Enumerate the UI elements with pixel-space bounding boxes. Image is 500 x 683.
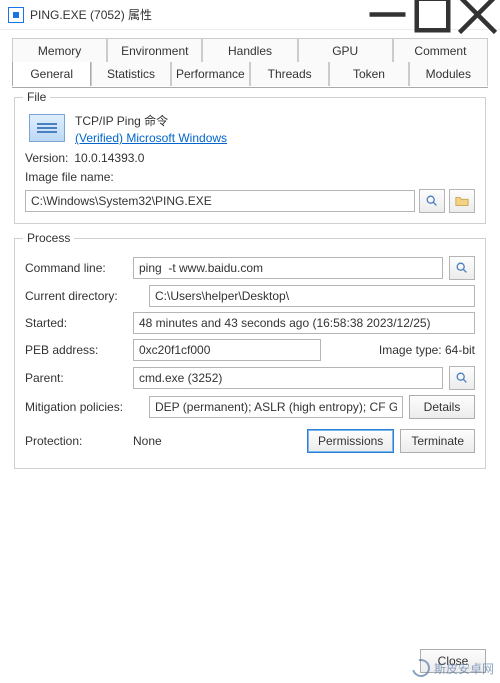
image-type: Image type: 64-bit bbox=[379, 343, 475, 357]
tab-performance[interactable]: Performance bbox=[171, 62, 250, 86]
watermark: 斯皮安卓网 bbox=[412, 659, 494, 677]
titlebar: PING.EXE (7052) 属性 bbox=[0, 0, 500, 30]
parent-inspect-button[interactable] bbox=[449, 366, 475, 390]
parent-label: Parent: bbox=[25, 371, 127, 385]
tab-row-bottom: General Statistics Performance Threads T… bbox=[12, 63, 488, 87]
tab-gpu[interactable]: GPU bbox=[298, 38, 393, 63]
tab-statistics[interactable]: Statistics bbox=[91, 62, 170, 86]
version-label: Version: bbox=[25, 151, 68, 165]
close-button[interactable] bbox=[455, 0, 500, 30]
file-description: TCP/IP Ping 命令 bbox=[75, 112, 227, 129]
app-icon bbox=[8, 7, 24, 23]
tab-memory[interactable]: Memory bbox=[12, 38, 107, 63]
swirl-icon bbox=[409, 656, 434, 681]
window-title: PING.EXE (7052) 属性 bbox=[30, 6, 365, 23]
process-group-title: Process bbox=[23, 231, 74, 245]
permissions-button[interactable]: Permissions bbox=[307, 429, 394, 453]
tab-general[interactable]: General bbox=[12, 62, 91, 86]
curdir-input[interactable] bbox=[149, 285, 475, 307]
started-label: Started: bbox=[25, 316, 127, 330]
tab-row-top: Memory Environment Handles GPU Comment bbox=[12, 38, 488, 63]
version-value: 10.0.14393.0 bbox=[74, 151, 144, 165]
protection-label: Protection: bbox=[25, 434, 127, 448]
process-group: Process Command line: Current directory:… bbox=[14, 238, 486, 469]
curdir-label: Current directory: bbox=[25, 289, 143, 303]
mitigation-label: Mitigation policies: bbox=[25, 400, 143, 414]
imagefile-label: Image file name: bbox=[25, 170, 114, 184]
tab-comment[interactable]: Comment bbox=[393, 38, 488, 63]
cmdline-label: Command line: bbox=[25, 261, 127, 275]
cmdline-inspect-button[interactable] bbox=[449, 256, 475, 280]
minimize-button[interactable] bbox=[365, 0, 410, 30]
peb-label: PEB address: bbox=[25, 343, 127, 357]
file-group: File TCP/IP Ping 命令 (Verified) Microsoft… bbox=[14, 97, 486, 224]
started-input[interactable] bbox=[133, 312, 475, 334]
imagefile-path[interactable] bbox=[25, 190, 415, 212]
file-group-title: File bbox=[23, 90, 50, 104]
tab-handles[interactable]: Handles bbox=[202, 38, 297, 63]
maximize-button[interactable] bbox=[410, 0, 455, 30]
verified-link[interactable]: (Verified) Microsoft Windows bbox=[75, 131, 227, 145]
protection-value: None bbox=[133, 434, 162, 448]
exe-icon bbox=[29, 114, 65, 142]
terminate-button[interactable]: Terminate bbox=[400, 429, 475, 453]
tab-modules[interactable]: Modules bbox=[409, 62, 488, 86]
details-button[interactable]: Details bbox=[409, 395, 475, 419]
cmdline-input[interactable] bbox=[133, 257, 443, 279]
explore-file-button[interactable] bbox=[419, 189, 445, 213]
open-folder-button[interactable] bbox=[449, 189, 475, 213]
parent-input[interactable] bbox=[133, 367, 443, 389]
tab-token[interactable]: Token bbox=[329, 62, 408, 86]
tab-threads[interactable]: Threads bbox=[250, 62, 329, 86]
peb-input[interactable] bbox=[133, 339, 321, 361]
content: File TCP/IP Ping 命令 (Verified) Microsoft… bbox=[0, 87, 500, 493]
mitigation-input[interactable] bbox=[149, 396, 403, 418]
watermark-text: 斯皮安卓网 bbox=[434, 660, 494, 677]
tab-area: Memory Environment Handles GPU Comment G… bbox=[0, 30, 500, 87]
tab-environment[interactable]: Environment bbox=[107, 38, 202, 63]
